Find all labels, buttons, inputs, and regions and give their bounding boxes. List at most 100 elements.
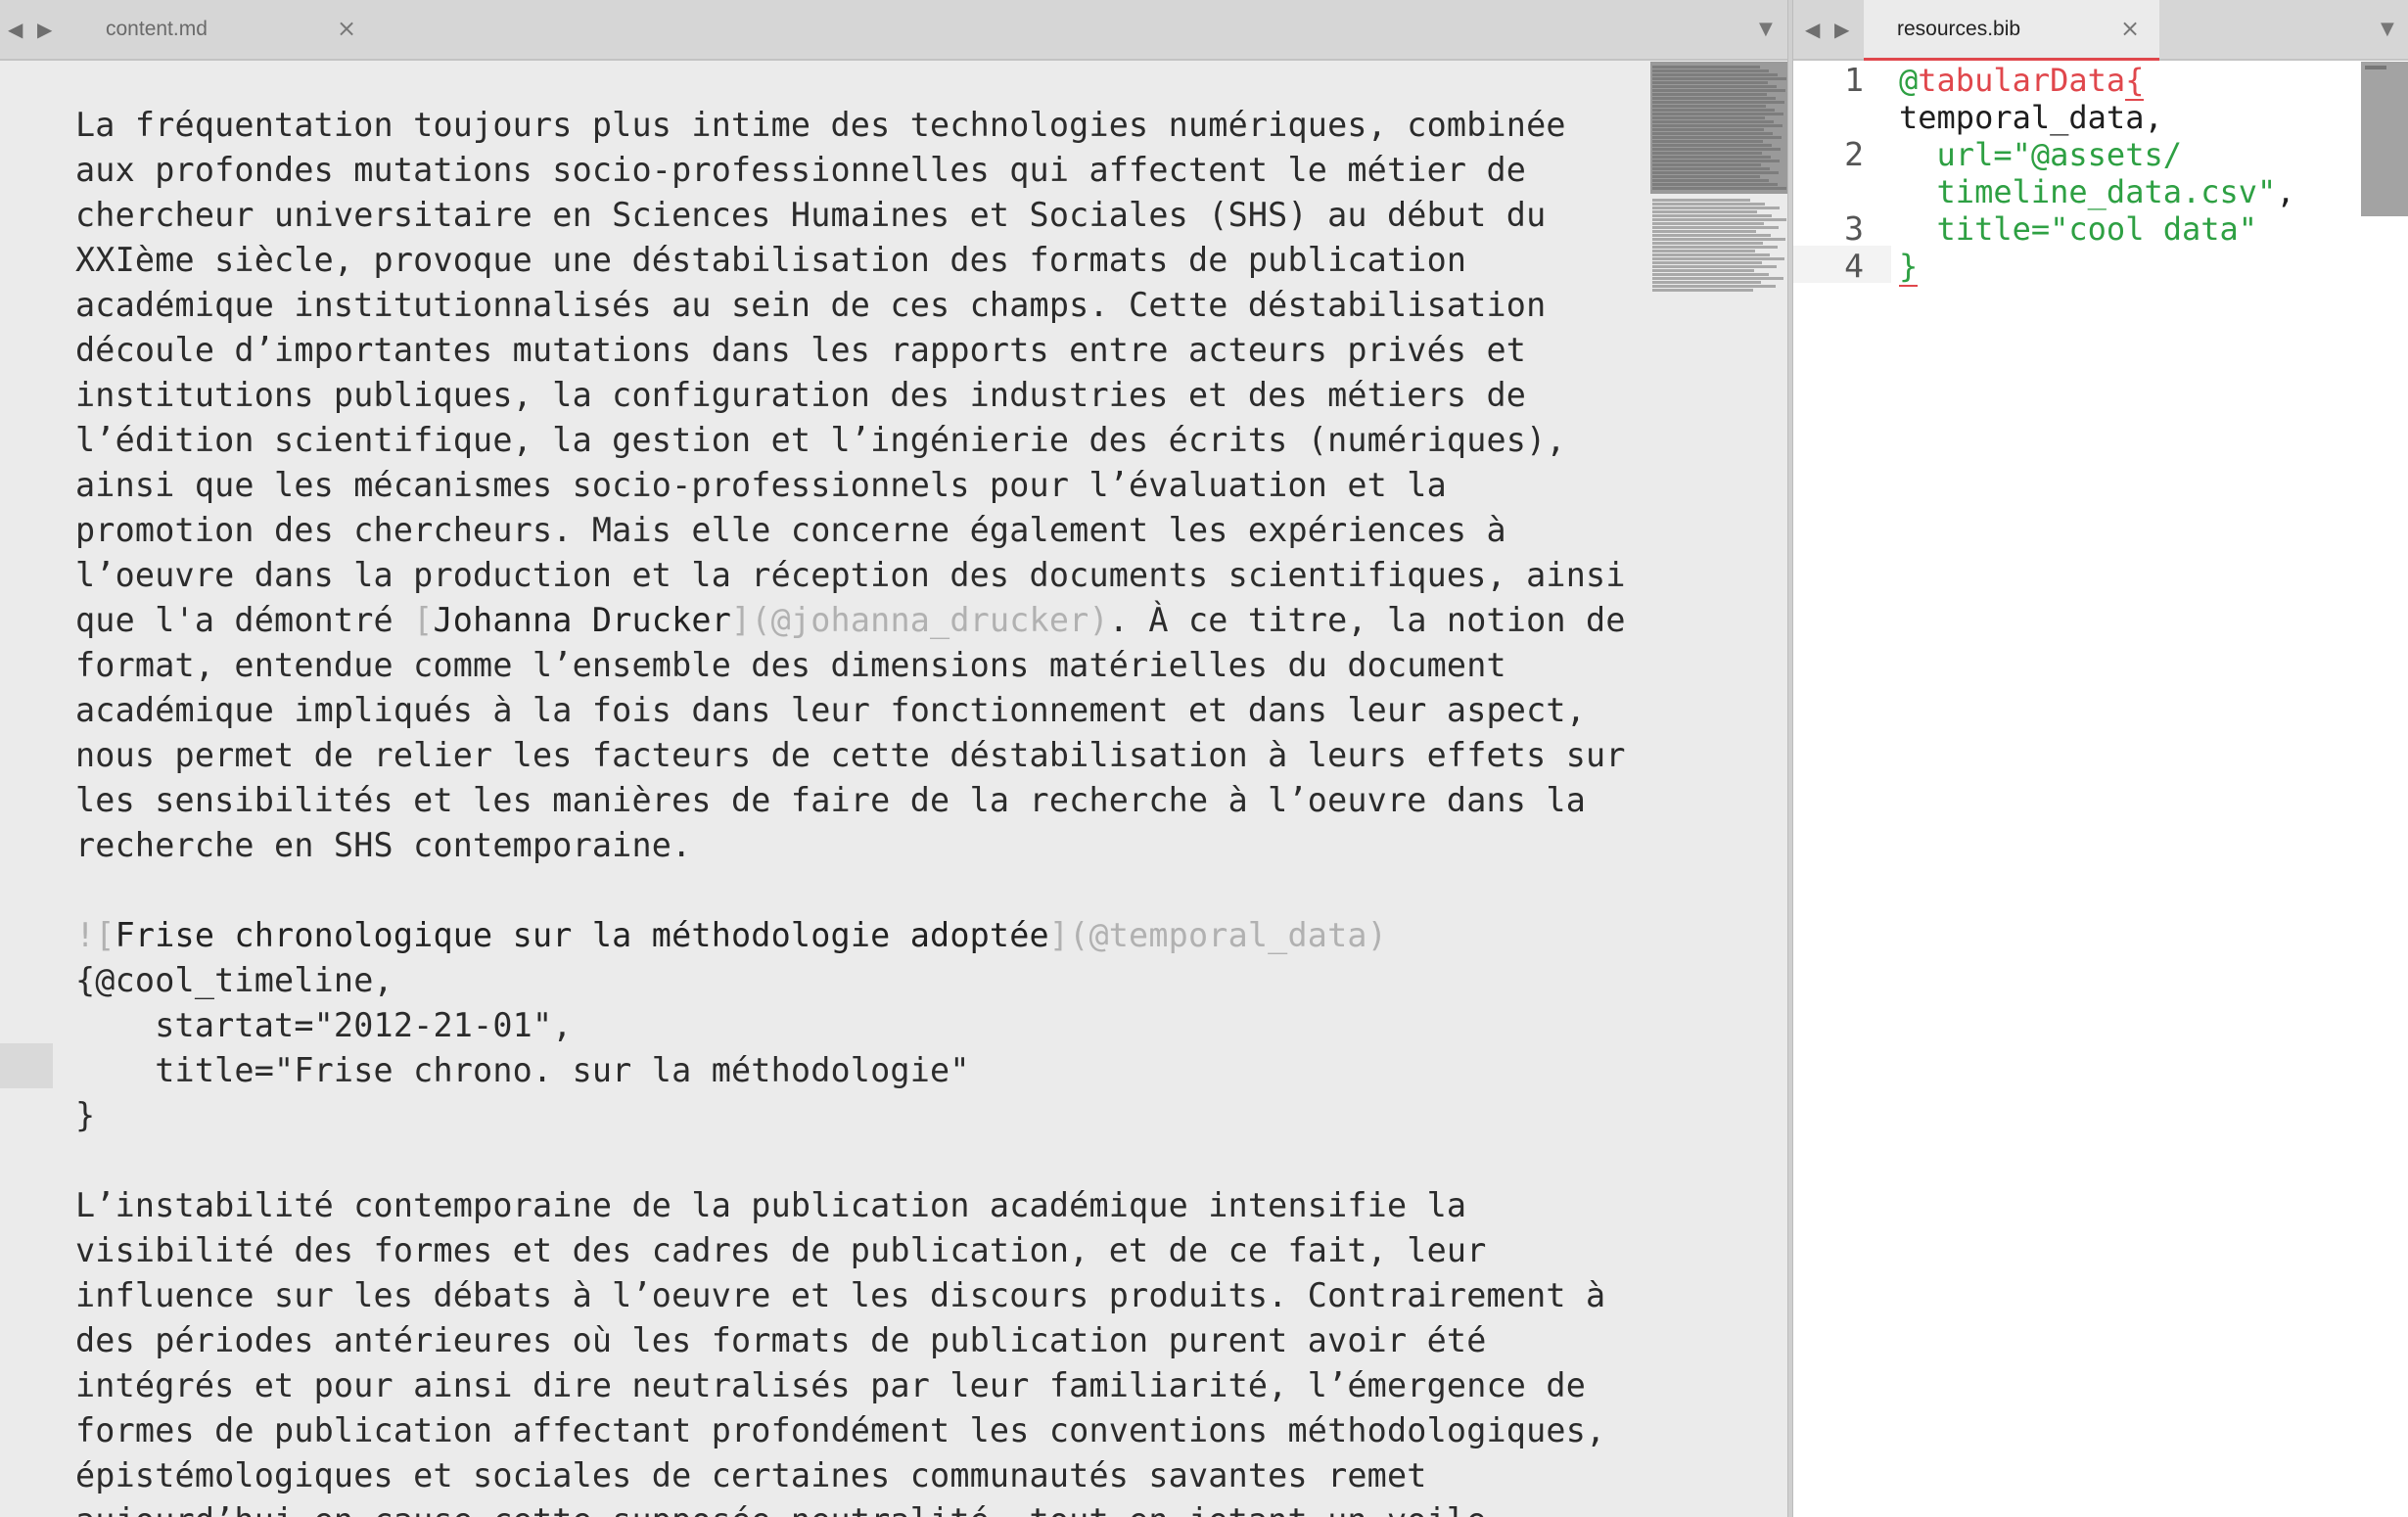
- minimap-line: [1652, 218, 1786, 221]
- text-line: épistémologiques et sociales de certaine…: [75, 1456, 1427, 1494]
- minimap-line: [1652, 77, 1786, 80]
- image-target: ](@temporal_data): [1048, 916, 1387, 954]
- link-text: Johanna Drucker: [433, 601, 732, 639]
- text-line: que l'a démontré [Johanna Drucker](@joha…: [75, 598, 1642, 643]
- minimap-line: [1652, 140, 1763, 143]
- minimap[interactable]: [2361, 62, 2408, 216]
- current-line-marker: [0, 1043, 53, 1088]
- text-line: ![Frise chronologique sur la méthodologi…: [75, 913, 1642, 958]
- code-line: @tabularData{: [1899, 62, 2349, 101]
- minimap-line: [1652, 89, 1785, 92]
- minimap-line: [1652, 261, 1762, 264]
- line-number: 1: [1844, 61, 1864, 99]
- comma: ,: [2276, 173, 2295, 210]
- close-icon[interactable]: ×: [2120, 14, 2140, 43]
- forward-arrow-icon[interactable]: ▶: [37, 16, 52, 43]
- minimap-line: [1652, 132, 1773, 135]
- text-line: La fréquentation toujours plus intime de…: [75, 106, 1566, 144]
- minimap-line: [1652, 156, 1771, 159]
- code-line: title="cool data": [1899, 210, 2349, 248]
- minimap-line: [1652, 242, 1763, 245]
- minimap-line: [1652, 207, 1780, 209]
- string-value: title="cool data": [1936, 210, 2258, 248]
- minimap-line: [1652, 269, 1754, 272]
- text-line: institutions publiques, la configuration…: [75, 376, 1527, 414]
- minimap-line: [1652, 167, 1770, 170]
- text-line: [75, 868, 1642, 913]
- text-line: aujourd’hui en cause cette supposée neut…: [75, 1498, 1642, 1517]
- markdown-image-prefix: ![: [75, 916, 116, 954]
- text-line: startat="2012-21-01",: [75, 1006, 573, 1044]
- minimap-line: [1652, 179, 1769, 182]
- minimap-line: [1652, 136, 1782, 139]
- minimap-line: [1652, 85, 1777, 88]
- minimap-line: [1652, 163, 1761, 166]
- text-line: {@cool_timeline,: [75, 961, 394, 999]
- right-editor-pane: ◀ ▶ resources.bib × ▼ 1 2 3 4 @tabularDa…: [1793, 0, 2408, 1517]
- minimap-line: [1652, 183, 1778, 186]
- minimap-line: [1652, 101, 1784, 104]
- minimap-line: [1652, 214, 1772, 217]
- close-brace: }: [1899, 248, 1919, 287]
- minimap-line: [1652, 273, 1769, 276]
- forward-arrow-icon[interactable]: ▶: [1834, 16, 1849, 43]
- minimap-line: [1652, 93, 1767, 96]
- chevron-down-icon[interactable]: ▼: [1759, 18, 1773, 41]
- minimap-viewport[interactable]: [1650, 62, 1787, 194]
- text-line: format, entendue comme l’ensemble des di…: [75, 646, 1506, 684]
- minimap-line: [1652, 285, 1776, 288]
- text-run: . À ce titre, la notion de: [1108, 601, 1626, 639]
- string-value: timeline_data.csv": [1936, 173, 2277, 210]
- text-line: formes de publication affectant profondé…: [75, 1411, 1606, 1449]
- minimap-line: [1652, 69, 1769, 72]
- minimap-line: [1652, 199, 1750, 202]
- minimap-line: [1652, 116, 1765, 119]
- line-number: 2: [1844, 135, 1864, 173]
- text-line: ainsi que les mécanismes socio-professio…: [75, 466, 1447, 504]
- minimap[interactable]: [1650, 62, 1787, 297]
- code-line: url="@assets/: [1899, 136, 2349, 173]
- chevron-down-icon[interactable]: ▼: [2381, 18, 2394, 41]
- text-line: recherche en SHS contemporaine.: [75, 826, 692, 864]
- minimap-line: [1652, 257, 1784, 260]
- close-icon[interactable]: ×: [337, 14, 356, 43]
- text-line: title="Frise chrono. sur la méthodologie…: [75, 1051, 970, 1089]
- minimap-line: [1652, 238, 1785, 241]
- bibtex-editor[interactable]: @tabularData{ temporal_data, url="@asset…: [1899, 62, 2349, 287]
- text-line: intégrés et pour ainsi dire neutralisés …: [75, 1366, 1587, 1404]
- text-line: académique institutionnalisés au sein de…: [75, 286, 1547, 324]
- minimap-line: [1652, 281, 1761, 284]
- minimap-line: [1652, 175, 1760, 178]
- text-line: XXIème siècle, provoque une déstabilisat…: [75, 241, 1467, 279]
- tab-content-md[interactable]: content.md ×: [76, 0, 370, 61]
- minimap-line: [1652, 73, 1778, 76]
- minimap-line: [1652, 148, 1781, 151]
- minimap-line: [1652, 81, 1768, 84]
- minimap-line: [1652, 289, 1753, 292]
- minimap-line: [1652, 265, 1777, 268]
- text-line: influence sur les débats à l’oeuvre et l…: [75, 1276, 1606, 1314]
- markdown-bracket: [: [413, 601, 434, 639]
- tab-resources-bib[interactable]: resources.bib ×: [1864, 0, 2159, 61]
- text-line: les sensibilités et les manières de fair…: [75, 781, 1587, 819]
- code-line: temporal_data,: [1899, 99, 2163, 136]
- minimap-line: [1652, 250, 1755, 253]
- minimap-line: [1652, 128, 1764, 131]
- minimap-line: [1652, 230, 1756, 233]
- minimap-line: [1652, 187, 1786, 190]
- text-line: aux profondes mutations socio-profession…: [75, 151, 1527, 189]
- open-brace: {: [2125, 62, 2145, 101]
- minimap-line: [1652, 210, 1757, 213]
- minimap-line: [1652, 124, 1783, 127]
- minimap-line: [1652, 277, 1783, 280]
- minimap-line: [1652, 222, 1764, 225]
- line-number: 4: [1844, 247, 1864, 285]
- code-line: }: [1899, 248, 2349, 287]
- back-arrow-icon[interactable]: ◀: [8, 16, 23, 43]
- back-arrow-icon[interactable]: ◀: [1805, 16, 1820, 43]
- text-line: promotion des chercheurs. Mais elle conc…: [75, 511, 1506, 549]
- minimap-line: [1652, 109, 1775, 112]
- code-line: timeline_data.csv",: [1899, 173, 2349, 210]
- minimap-line: [1652, 203, 1765, 206]
- markdown-editor[interactable]: La fréquentation toujours plus intime de…: [75, 103, 1642, 1517]
